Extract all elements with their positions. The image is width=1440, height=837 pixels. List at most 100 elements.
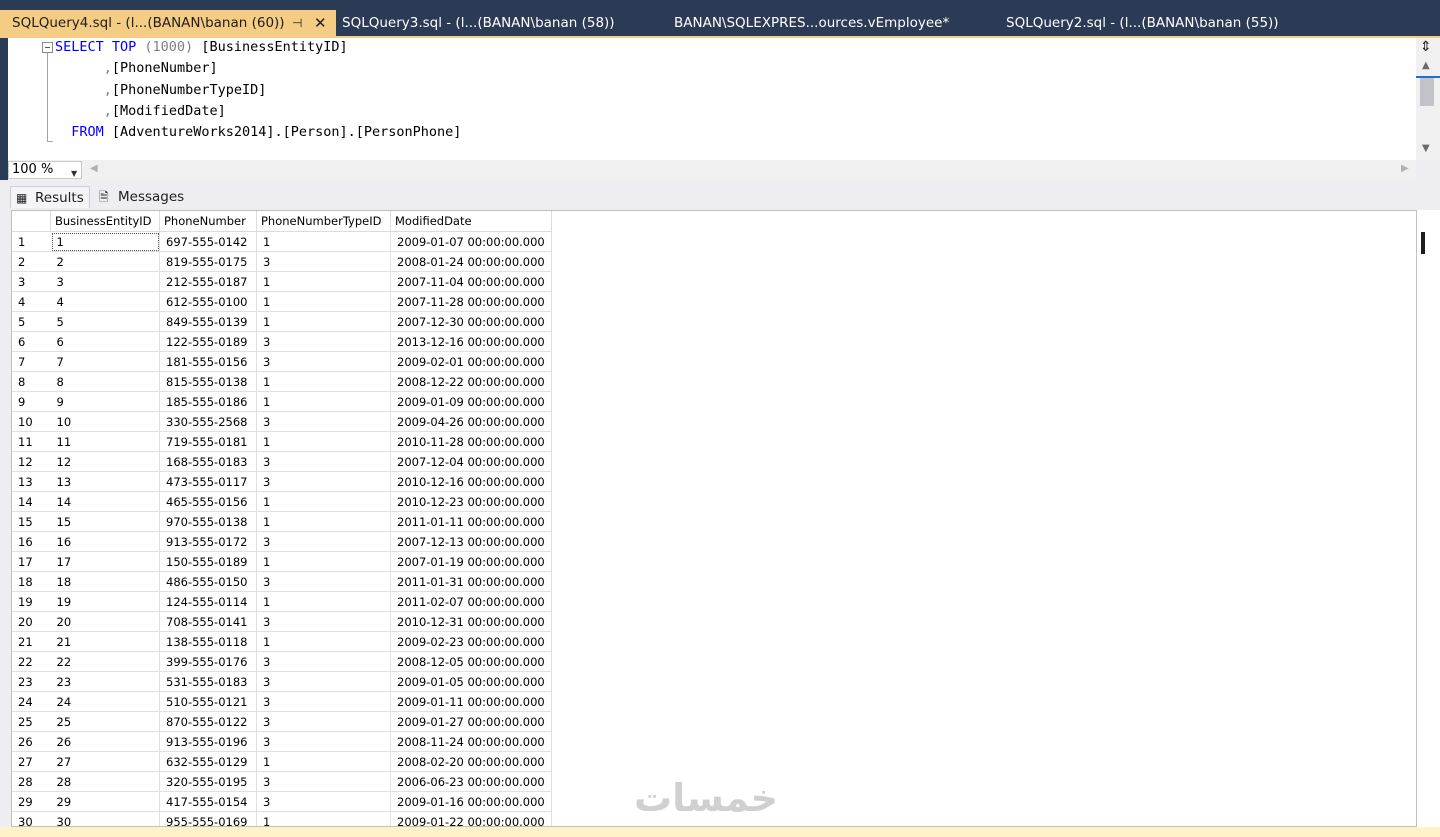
- table-cell[interactable]: 3: [256, 471, 391, 492]
- table-cell[interactable]: 2009-01-27 00:00:00.000: [390, 711, 552, 732]
- table-cell[interactable]: 612-555-0100: [159, 291, 257, 312]
- table-row[interactable]: 3 3 212-555-0187 1 2007-11-04 00:00:00.000: [12, 271, 552, 292]
- table-cell[interactable]: 3: [256, 331, 391, 352]
- table-cell[interactable]: 2009-01-09 00:00:00.000: [390, 391, 552, 412]
- table-cell[interactable]: 2009-02-23 00:00:00.000: [390, 631, 552, 652]
- table-cell[interactable]: 2011-02-07 00:00:00.000: [390, 591, 552, 612]
- table-cell[interactable]: 849-555-0139: [159, 311, 257, 332]
- table-cell[interactable]: 1: [256, 371, 391, 392]
- table-cell[interactable]: 465-555-0156: [159, 491, 257, 512]
- table-cell[interactable]: 1: [50, 231, 160, 252]
- row-number[interactable]: 23: [12, 671, 51, 692]
- table-cell[interactable]: 28: [50, 771, 160, 792]
- table-row[interactable]: 21 21 138-555-0118 1 2009-02-23 00:00:00.000: [12, 631, 552, 652]
- table-cell[interactable]: 870-555-0122: [159, 711, 257, 732]
- table-cell[interactable]: 2009-01-11 00:00:00.000: [390, 691, 552, 712]
- table-cell[interactable]: 25: [50, 711, 160, 732]
- table-cell[interactable]: 2008-01-24 00:00:00.000: [390, 251, 552, 272]
- scroll-thumb[interactable]: [1420, 78, 1434, 106]
- table-cell[interactable]: 17: [50, 551, 160, 572]
- table-cell[interactable]: 2011-01-11 00:00:00.000: [390, 511, 552, 532]
- results-grid[interactable]: BusinessEntityID PhoneNumber PhoneNumber…: [11, 210, 1417, 827]
- table-cell[interactable]: 124-555-0114: [159, 591, 257, 612]
- row-number[interactable]: 22: [12, 651, 51, 672]
- table-cell[interactable]: 1: [256, 511, 391, 532]
- row-number[interactable]: 18: [12, 571, 51, 592]
- table-cell[interactable]: 2010-12-23 00:00:00.000: [390, 491, 552, 512]
- pin-icon[interactable]: ⊣: [292, 10, 302, 36]
- scroll-up-icon[interactable]: ▲: [1422, 60, 1430, 71]
- table-cell[interactable]: 2009-04-26 00:00:00.000: [390, 411, 552, 432]
- table-cell[interactable]: 122-555-0189: [159, 331, 257, 352]
- table-row[interactable]: 29 29 417-555-0154 3 2009-01-16 00:00:00.000: [12, 791, 552, 812]
- table-cell[interactable]: 1: [256, 591, 391, 612]
- table-row[interactable]: 6 6 122-555-0189 3 2013-12-16 00:00:00.000: [12, 331, 552, 352]
- table-cell[interactable]: 15: [50, 511, 160, 532]
- table-row[interactable]: 1 1 697-555-0142 1 2009-01-07 00:00:00.000: [12, 231, 552, 252]
- row-number[interactable]: 7: [12, 351, 51, 372]
- table-cell[interactable]: 12: [50, 451, 160, 472]
- table-cell[interactable]: 2008-12-05 00:00:00.000: [390, 651, 552, 672]
- table-cell[interactable]: 955-555-0169: [159, 811, 257, 826]
- row-number[interactable]: 11: [12, 431, 51, 452]
- table-cell[interactable]: 1: [256, 631, 391, 652]
- row-number[interactable]: 26: [12, 731, 51, 752]
- table-cell[interactable]: 3: [50, 271, 160, 292]
- table-cell[interactable]: 24: [50, 691, 160, 712]
- row-number[interactable]: 20: [12, 611, 51, 632]
- table-cell[interactable]: 473-555-0117: [159, 471, 257, 492]
- row-number[interactable]: 24: [12, 691, 51, 712]
- row-number[interactable]: 3: [12, 271, 51, 292]
- table-cell[interactable]: 20: [50, 611, 160, 632]
- table-cell[interactable]: 1: [256, 491, 391, 512]
- table-cell[interactable]: 13: [50, 471, 160, 492]
- table-cell[interactable]: 30: [50, 811, 160, 826]
- table-row[interactable]: 13 13 473-555-0117 3 2010-12-16 00:00:00.000: [12, 471, 552, 492]
- row-number[interactable]: 1: [12, 231, 51, 252]
- table-cell[interactable]: 632-555-0129: [159, 751, 257, 772]
- table-cell[interactable]: 510-555-0121: [159, 691, 257, 712]
- table-row[interactable]: 10 10 330-555-2568 3 2009-04-26 00:00:00.000: [12, 411, 552, 432]
- row-number[interactable]: 28: [12, 771, 51, 792]
- row-number[interactable]: 6: [12, 331, 51, 352]
- table-row[interactable]: 18 18 486-555-0150 3 2011-01-31 00:00:00.000: [12, 571, 552, 592]
- table-row[interactable]: 9 9 185-555-0186 1 2009-01-09 00:00:00.000: [12, 391, 552, 412]
- table-cell[interactable]: 138-555-0118: [159, 631, 257, 652]
- row-number[interactable]: 2: [12, 251, 51, 272]
- scroll-down-icon[interactable]: ▼: [1422, 143, 1430, 154]
- table-cell[interactable]: 1: [256, 231, 391, 252]
- table-cell[interactable]: 320-555-0195: [159, 771, 257, 792]
- table-cell[interactable]: 3: [256, 791, 391, 812]
- table-row[interactable]: 4 4 612-555-0100 1 2007-11-28 00:00:00.000: [12, 291, 552, 312]
- table-cell[interactable]: 2008-02-20 00:00:00.000: [390, 751, 552, 772]
- table-cell[interactable]: 399-555-0176: [159, 651, 257, 672]
- table-cell[interactable]: 3: [256, 691, 391, 712]
- table-cell[interactable]: 18: [50, 571, 160, 592]
- row-number[interactable]: 10: [12, 411, 51, 432]
- tab-sqlquery4[interactable]: SQLQuery4.sql - (l...(BANAN\banan (60)) …: [0, 10, 336, 36]
- table-row[interactable]: 23 23 531-555-0183 3 2009-01-05 00:00:00.000: [12, 671, 552, 692]
- table-cell[interactable]: 2: [50, 251, 160, 272]
- table-row[interactable]: 22 22 399-555-0176 3 2008-12-05 00:00:00.000: [12, 651, 552, 672]
- table-cell[interactable]: 913-555-0196: [159, 731, 257, 752]
- table-cell[interactable]: 2010-11-28 00:00:00.000: [390, 431, 552, 452]
- table-cell[interactable]: 2007-12-04 00:00:00.000: [390, 451, 552, 472]
- table-row[interactable]: 2 2 819-555-0175 3 2008-01-24 00:00:00.000: [12, 251, 552, 272]
- row-number[interactable]: 4: [12, 291, 51, 312]
- table-cell[interactable]: 815-555-0138: [159, 371, 257, 392]
- row-number[interactable]: 15: [12, 511, 51, 532]
- table-cell[interactable]: 14: [50, 491, 160, 512]
- table-cell[interactable]: 486-555-0150: [159, 571, 257, 592]
- scroll-right-icon[interactable]: ▶: [1401, 163, 1409, 174]
- table-cell[interactable]: 2007-11-04 00:00:00.000: [390, 271, 552, 292]
- table-cell[interactable]: 9: [50, 391, 160, 412]
- table-cell[interactable]: 2007-01-19 00:00:00.000: [390, 551, 552, 572]
- table-cell[interactable]: 1: [256, 311, 391, 332]
- scroll-left-icon[interactable]: ◀: [90, 163, 98, 174]
- table-cell[interactable]: 1: [256, 751, 391, 772]
- table-cell[interactable]: 3: [256, 771, 391, 792]
- grid-scrollbar[interactable]: [1417, 210, 1440, 827]
- table-cell[interactable]: 3: [256, 531, 391, 552]
- table-cell[interactable]: 2009-01-07 00:00:00.000: [390, 231, 552, 252]
- row-number[interactable]: 8: [12, 371, 51, 392]
